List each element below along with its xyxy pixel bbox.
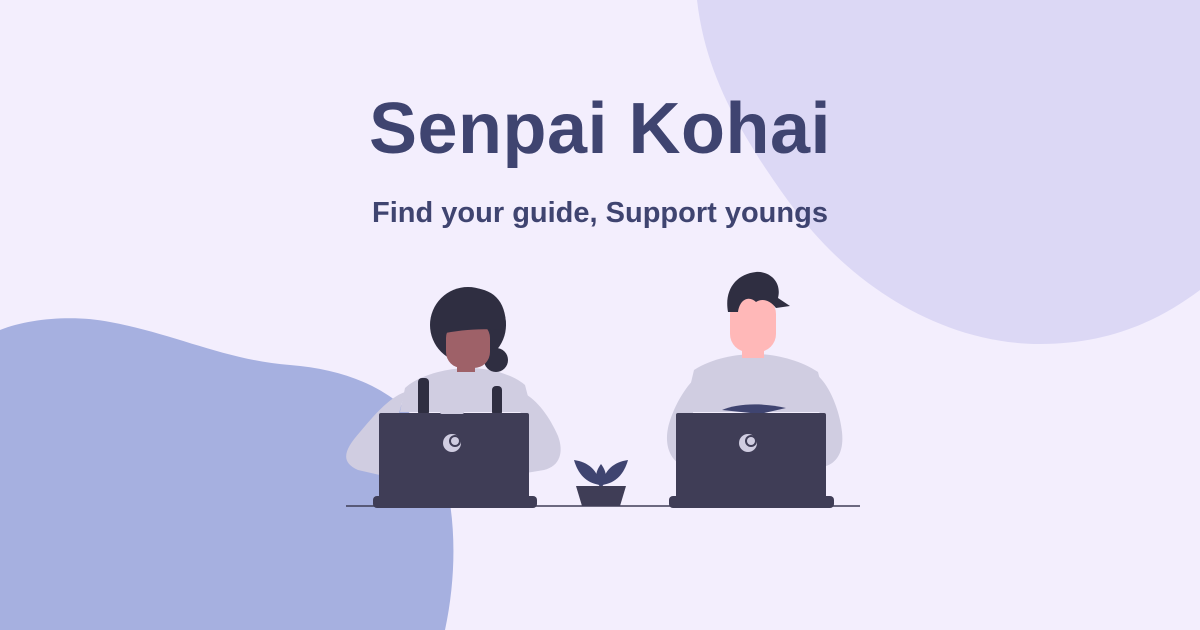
page-title: Senpai Kohai: [368, 89, 832, 169]
page-subtitle: Find your guide, Support youngs: [372, 197, 828, 229]
laptop-icon: [373, 410, 537, 508]
laptop-icon: [669, 413, 834, 508]
hero-banner: Senpai Kohai Find your guide, Support yo…: [0, 0, 1200, 630]
